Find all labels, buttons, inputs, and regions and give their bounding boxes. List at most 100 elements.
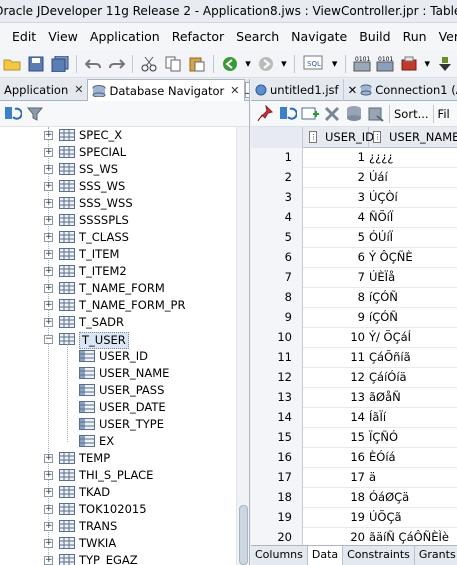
pin-icon[interactable] xyxy=(257,103,275,123)
table-row[interactable]: 5 5 ÓÚíÏ xyxy=(251,228,457,248)
save-all-icon[interactable] xyxy=(50,54,70,74)
close-icon[interactable]: ✕ xyxy=(348,83,358,97)
expand-toggle-icon[interactable]: + xyxy=(44,471,53,480)
forward-icon[interactable] xyxy=(256,54,276,74)
table-row[interactable]: 7 7 ÚÈÏå xyxy=(251,268,457,288)
column-header-user-id[interactable]: ⋮ USER_ID xyxy=(303,127,374,148)
table-row[interactable]: 17 17 ä xyxy=(251,468,457,488)
table-row[interactable]: 11 11 ÇáÕñíã xyxy=(251,348,457,368)
expand-toggle-icon[interactable]: + xyxy=(44,488,53,497)
open-folder-icon[interactable] xyxy=(2,54,22,74)
table-row[interactable]: 16 16 ÈÓíá xyxy=(251,448,457,468)
user-id-cell[interactable]: 14 xyxy=(303,408,367,428)
tree-item[interactable]: + SSS_WSS xyxy=(0,195,236,212)
tree-item[interactable]: + SPEC_X xyxy=(0,127,236,144)
chevron-down-icon[interactable]: ▾ xyxy=(331,54,339,74)
user-id-cell[interactable]: 20 xyxy=(303,528,367,545)
table-row[interactable]: 1 1 ¿¿¿¿ xyxy=(251,148,457,168)
user-id-cell[interactable]: 18 xyxy=(303,488,367,508)
tree-item[interactable]: + TOK102015 xyxy=(0,501,236,518)
user-name-cell[interactable]: ÑÕíÏ xyxy=(369,208,457,228)
expand-toggle-icon[interactable]: + xyxy=(44,216,53,225)
table-row[interactable]: 2 2 Úáí xyxy=(251,168,457,188)
expand-toggle-icon[interactable]: + xyxy=(44,505,53,514)
tree-item[interactable]: + T_ITEM2 xyxy=(0,263,236,280)
undo-icon[interactable] xyxy=(83,54,103,74)
expand-toggle-icon[interactable]: + xyxy=(44,199,53,208)
user-id-cell[interactable]: 19 xyxy=(303,508,367,528)
tree-column-item[interactable]: USER_DATE xyxy=(0,399,236,416)
chevron-down-icon[interactable]: ▾ xyxy=(244,54,252,74)
user-name-cell[interactable]: ÚÕÇã xyxy=(369,508,457,528)
user-id-cell[interactable]: 12 xyxy=(303,368,367,388)
expand-toggle-icon[interactable]: + xyxy=(44,267,53,276)
save-icon[interactable] xyxy=(26,54,46,74)
table-row[interactable]: 3 3 ÚÇÒí xyxy=(251,188,457,208)
user-name-cell[interactable]: ¿¿¿¿ xyxy=(369,148,457,168)
user-name-cell[interactable]: ÚÇÒí xyxy=(369,188,457,208)
tree-item[interactable]: + TKAD xyxy=(0,484,236,501)
expand-toggle-icon[interactable]: + xyxy=(44,165,53,174)
user-name-cell[interactable]: ÏÇÑÓ xyxy=(369,428,457,448)
filter-icon[interactable] xyxy=(26,105,44,123)
user-id-cell[interactable]: 13 xyxy=(303,388,367,408)
expand-toggle-icon[interactable]: + xyxy=(44,284,53,293)
back-icon[interactable] xyxy=(220,54,240,74)
table-row[interactable]: 19 19 ÚÕÇã xyxy=(251,508,457,528)
expand-toggle-icon[interactable]: + xyxy=(44,233,53,242)
table-row[interactable]: 4 4 ÑÕíÏ xyxy=(251,208,457,228)
close-icon[interactable]: ✕ xyxy=(230,84,239,97)
tree-column-item[interactable]: USER_TYPE xyxy=(0,416,236,433)
paste-icon[interactable] xyxy=(187,54,207,74)
user-id-cell[interactable]: 1 xyxy=(303,148,367,168)
chevron-down-icon[interactable]: ▾ xyxy=(280,54,288,74)
redo-icon[interactable] xyxy=(107,54,127,74)
user-id-cell[interactable]: 5 xyxy=(303,228,367,248)
tree-item[interactable]: + SPECIAL xyxy=(0,144,236,161)
sql-worksheet-icon[interactable]: SQL xyxy=(301,54,327,74)
tree-item[interactable]: + SSS_WS xyxy=(0,178,236,195)
menu-edit[interactable]: Edit xyxy=(0,24,42,50)
user-name-cell[interactable]: ãØåÑ xyxy=(369,388,457,408)
filter-label[interactable]: Fil xyxy=(438,107,450,121)
deploy-icon[interactable] xyxy=(399,54,419,74)
tab-untitled1-jsf[interactable]: untitled1.jsf xyxy=(251,79,344,101)
expand-toggle-icon[interactable]: + xyxy=(44,250,53,259)
expand-toggle-icon[interactable]: + xyxy=(44,148,53,157)
expand-toggle-icon[interactable]: + xyxy=(44,522,53,531)
user-name-cell[interactable]: ÈÓíá xyxy=(369,448,457,468)
user-id-cell[interactable]: 2 xyxy=(303,168,367,188)
tab-database-navigator[interactable]: Database Navigator ✕ xyxy=(87,79,245,101)
user-name-cell[interactable]: ä xyxy=(369,468,457,488)
delete-row-icon[interactable] xyxy=(323,105,341,123)
debug-icon[interactable] xyxy=(435,54,455,74)
user-name-cell[interactable]: Ý/ ÕÇáÍ xyxy=(369,328,457,348)
insert-row-icon[interactable] xyxy=(301,105,319,123)
user-id-cell[interactable]: 10 xyxy=(303,328,367,348)
tree-column-item[interactable]: USER_ID xyxy=(0,348,236,365)
rollback-icon[interactable] xyxy=(367,105,385,123)
refresh-icon[interactable] xyxy=(4,105,23,123)
user-name-cell[interactable]: ÇáíÓíä xyxy=(369,368,457,388)
table-row[interactable]: 10 10 Ý/ ÕÇáÍ xyxy=(251,328,457,348)
menu-build[interactable]: Build xyxy=(353,24,396,50)
tab-grants[interactable]: Grants xyxy=(415,546,457,565)
user-id-cell[interactable]: 15 xyxy=(303,428,367,448)
user-name-cell[interactable]: ÓáØÇä xyxy=(369,488,457,508)
user-name-cell[interactable]: ÚÈÏå xyxy=(369,268,457,288)
table-row[interactable]: 14 14 ÍãÏí xyxy=(251,408,457,428)
tree-item[interactable]: + T_NAME_FORM xyxy=(0,280,236,297)
menu-refactor[interactable]: Refactor xyxy=(166,24,230,50)
tree-scrollbar[interactable] xyxy=(236,127,249,565)
tab-data[interactable]: Data xyxy=(307,546,344,565)
tree-item[interactable]: + T_SADR xyxy=(0,314,236,331)
tree-column-item[interactable]: USER_NAME xyxy=(0,365,236,382)
tree-item[interactable]: + SSSSPLS xyxy=(0,212,236,229)
tree-item[interactable]: + TRANS xyxy=(0,518,236,535)
tab-application[interactable]: Application ✕ xyxy=(0,79,87,100)
commit-icon[interactable] xyxy=(345,105,363,123)
user-id-cell[interactable]: 7 xyxy=(303,268,367,288)
tab-constraints[interactable]: Constraints xyxy=(343,546,415,565)
user-id-cell[interactable]: 9 xyxy=(303,308,367,328)
user-name-cell[interactable]: ÇáÕñíã xyxy=(369,348,457,368)
